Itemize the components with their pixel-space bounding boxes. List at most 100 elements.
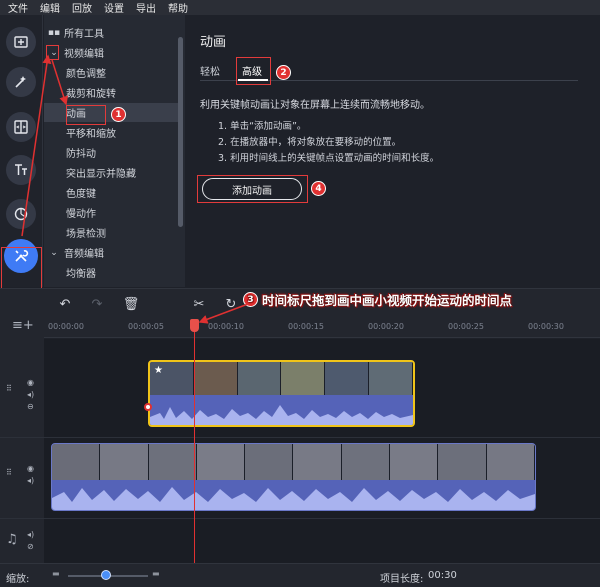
tools-tree: ▪▪ 所有工具 ⌄ 视频编辑 颜色调整 裁剪和旋转 动画 平移和缩放 防抖动 突… [44, 15, 185, 287]
menu-edit[interactable]: 编辑 [40, 0, 60, 15]
thumbnail [52, 444, 101, 480]
magic-icon [15, 76, 26, 88]
main-track-grip-icon[interactable]: ⠿ [6, 468, 12, 477]
tree-item-color[interactable]: 颜色调整 [44, 63, 179, 82]
audio-waveform [150, 395, 413, 425]
step-badge-1: 1 [111, 107, 126, 122]
menu-playback[interactable]: 回放 [72, 0, 92, 15]
import-icon [14, 36, 28, 48]
project-length-value: 00:30 [428, 570, 457, 581]
clip-thumbnails [150, 362, 413, 398]
menu-bar: 文件 编辑 回放 设置 导出 帮助 [0, 0, 600, 15]
tree-item-label: 裁剪和旋转 [66, 89, 116, 100]
playhead-line [194, 330, 195, 563]
delete-icon[interactable]: 🗑 [122, 295, 140, 313]
tree-item-chroma-key[interactable]: 色度键 [44, 183, 179, 202]
pip-video-clip[interactable]: ★ [148, 360, 415, 427]
panel-description: 利用关键帧动画让对象在屏幕上连续而流畅地移动。 [200, 100, 430, 111]
scissors-icon[interactable]: ✂ [190, 295, 208, 313]
tree-item-label: 防抖动 [66, 149, 96, 160]
ruler-tick: 00:00:15 [288, 322, 324, 331]
menu-help[interactable]: 帮助 [168, 0, 188, 15]
tree-item-all-tools[interactable]: ▪▪ 所有工具 [44, 23, 179, 42]
thumbnail [325, 362, 370, 398]
playhead-handle[interactable] [190, 319, 199, 332]
time-ruler[interactable]: 00:00:00 00:00:05 00:00:10 00:00:15 00:0… [44, 318, 600, 338]
keyframe-dot[interactable] [144, 403, 152, 411]
thumbnail [100, 444, 149, 480]
transitions-button[interactable] [6, 112, 36, 142]
tree-item-scene-detect[interactable]: 场景检测 [44, 223, 179, 242]
thumbnail [237, 362, 282, 398]
titles-button[interactable] [6, 155, 36, 185]
animation-panel: 动画 轻松 高级 利用关键帧动画让对象在屏幕上连续而流畅地移动。 1. 单击“添… [186, 15, 600, 287]
ruler-tick: 00:00:20 [368, 322, 404, 331]
eye-icon[interactable]: ◉ [27, 378, 34, 387]
star-icon: ★ [154, 365, 163, 376]
volume-icon[interactable]: ◂) [27, 530, 34, 539]
zoom-in-icon[interactable]: ▬ [152, 569, 160, 578]
zoom-slider-thumb[interactable] [101, 570, 111, 580]
chevron-highlight-box [46, 45, 59, 60]
steps-list: 1. 单击“添加动画”。 2. 在播放器中，将对象放在要移动的位置。 3. 利用… [218, 119, 439, 167]
tab-easy[interactable]: 轻松 [200, 63, 220, 78]
eye-icon[interactable]: ◉ [27, 464, 34, 473]
tree-item-label: 慢动作 [66, 209, 96, 220]
chevron-down-icon[interactable]: ⌄ [44, 248, 64, 258]
music-note-icon: ♫ [6, 532, 18, 547]
thumbnail [293, 444, 342, 480]
tree-item-label: 颜色调整 [66, 69, 106, 80]
thumbnail [341, 444, 391, 480]
titles-icon [15, 164, 27, 175]
tree-item-stabilize[interactable]: 防抖动 [44, 143, 179, 162]
magic-button[interactable] [6, 67, 36, 97]
volume-icon[interactable]: ◂) [27, 476, 34, 485]
volume-icon[interactable]: ◂) [27, 390, 34, 399]
thumbnail [486, 444, 535, 480]
ruler-tick: 00:00:00 [48, 322, 84, 331]
project-length-label: 项目长度: [380, 574, 424, 585]
import-button[interactable] [6, 27, 36, 57]
ruler-tick: 00:00:25 [448, 322, 484, 331]
ruler-tick: 00:00:30 [528, 322, 564, 331]
tree-item-video-editing[interactable]: ⌄ 视频编辑 [44, 43, 179, 62]
tree-item-audio-editing[interactable]: ⌄ 音频编辑 [44, 243, 179, 262]
tree-item-pan-zoom[interactable]: 平移和缩放 [44, 123, 179, 142]
undo-icon[interactable]: ↶ [56, 295, 74, 313]
stickers-button[interactable] [6, 199, 36, 229]
tree-item-crop[interactable]: 裁剪和旋转 [44, 83, 179, 102]
tree-item-label: 音频编辑 [64, 249, 104, 260]
zoom-out-icon[interactable]: ▬ [52, 569, 60, 578]
link-icon[interactable]: ⊖ [27, 402, 34, 411]
advanced-highlight-box [236, 57, 271, 85]
tree-item-slow-motion[interactable]: 慢动作 [44, 203, 179, 222]
menu-file[interactable]: 文件 [8, 0, 28, 15]
pip-track-grip-icon[interactable]: ⠿ [6, 384, 12, 393]
tree-item-label: 场景检测 [66, 229, 106, 240]
step-item: 1. 单击“添加动画”。 [218, 121, 307, 132]
ruler-tick: 00:00:10 [208, 322, 244, 331]
transition-icon [14, 120, 28, 134]
tree-item-highlight-hide[interactable]: 突出显示并隐藏 [44, 163, 179, 182]
grid-icon: ▪▪ [47, 27, 61, 38]
step-badge-3: 3 [243, 292, 258, 307]
thumbnail [281, 362, 326, 398]
tree-scrollbar[interactable] [178, 37, 183, 227]
panel-title: 动画 [200, 35, 227, 50]
link-icon[interactable]: ⊘ [27, 542, 34, 551]
add-track-icon[interactable]: ≡+ [12, 318, 34, 333]
rotate-icon[interactable]: ↻ [222, 295, 240, 313]
thumbnail [196, 444, 246, 480]
step-badge-2: 2 [276, 65, 291, 80]
tree-item-label: 所有工具 [64, 29, 104, 40]
menu-settings[interactable]: 设置 [104, 0, 124, 15]
redo-icon[interactable]: ↷ [88, 295, 106, 313]
main-video-clip[interactable] [51, 443, 536, 511]
ruler-tick: 00:00:05 [128, 322, 164, 331]
add-animation-highlight-box [197, 175, 308, 203]
thumbnail [148, 444, 197, 480]
tree-item-label: 突出显示并隐藏 [66, 169, 136, 180]
tree-item-label: 均衡器 [66, 269, 96, 280]
tree-item-equalizer[interactable]: 均衡器 [44, 263, 179, 282]
menu-export[interactable]: 导出 [136, 0, 156, 15]
